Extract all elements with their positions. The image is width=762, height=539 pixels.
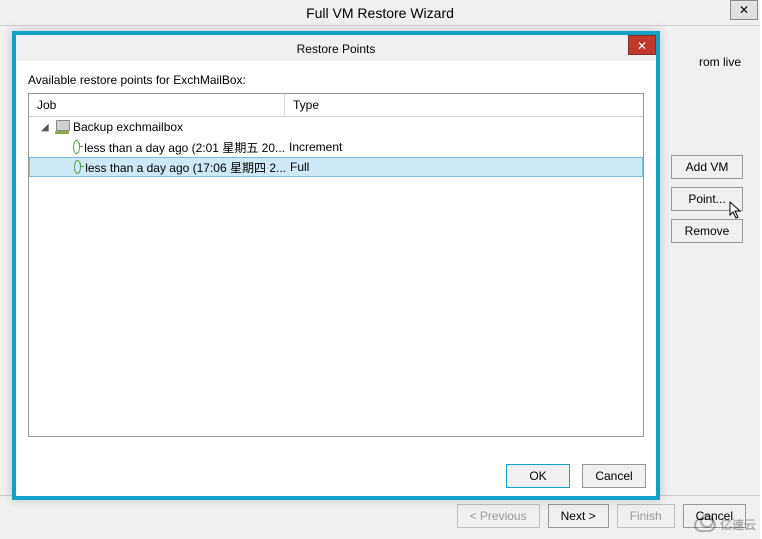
dialog-cancel-button[interactable]: Cancel [582,464,646,488]
point-type: Increment [285,140,643,154]
finish-button: Finish [617,504,675,528]
wizard-footer: < Previous Next > Finish Cancel [0,495,760,539]
table-body: Backup exchmailbox less than a day ago (… [29,117,643,177]
add-vm-button[interactable]: Add VM [671,155,743,179]
restore-points-table: Job Type Backup exchmailbox [28,93,644,437]
vm-side-buttons: Add VM Point... Remove [671,155,743,251]
table-row[interactable]: less than a day ago (2:01 星期五 20... Incr… [29,137,643,157]
ok-button[interactable]: OK [506,464,570,488]
table-row-parent[interactable]: Backup exchmailbox [29,117,643,137]
backup-job-icon [55,120,69,134]
dialog-title: Restore Points ✕ [16,35,656,61]
close-icon[interactable]: ✕ [730,0,758,20]
wizard-title: Full VM Restore Wizard [0,0,760,26]
dialog-footer: OK Cancel [16,460,656,496]
watermark: 亿速云 [694,516,756,533]
cloud-icon [694,518,716,532]
table-header: Job Type [29,94,643,117]
point-label: less than a day ago (17:06 星期四 2... [85,159,286,176]
point-button[interactable]: Point... [671,187,743,211]
table-row[interactable]: less than a day ago (17:06 星期四 2... Full [29,157,643,177]
next-button[interactable]: Next > [548,504,609,528]
column-job[interactable]: Job [29,94,285,116]
column-type[interactable]: Type [285,94,643,116]
parent-label: Backup exchmailbox [73,120,183,134]
restore-point-icon [74,160,81,174]
restore-point-icon [73,140,80,154]
previous-button: < Previous [457,504,540,528]
restore-points-dialog: Restore Points ✕ Available restore point… [12,31,660,500]
partial-text: rom live [699,55,741,69]
watermark-text: 亿速云 [720,516,756,533]
wizard-titlebar: Full VM Restore Wizard ✕ [0,0,760,26]
dialog-close-icon[interactable]: ✕ [628,35,656,55]
dialog-hint: Available restore points for ExchMailBox… [28,73,644,87]
point-label: less than a day ago (2:01 星期五 20... [84,139,285,156]
dialog-title-text: Restore Points [297,42,376,56]
remove-button[interactable]: Remove [671,219,743,243]
expand-icon[interactable] [41,122,51,133]
wizard-window: Full VM Restore Wizard ✕ rom live Add VM… [0,0,760,539]
dialog-body: Available restore points for ExchMailBox… [16,61,656,449]
point-type: Full [286,160,642,174]
